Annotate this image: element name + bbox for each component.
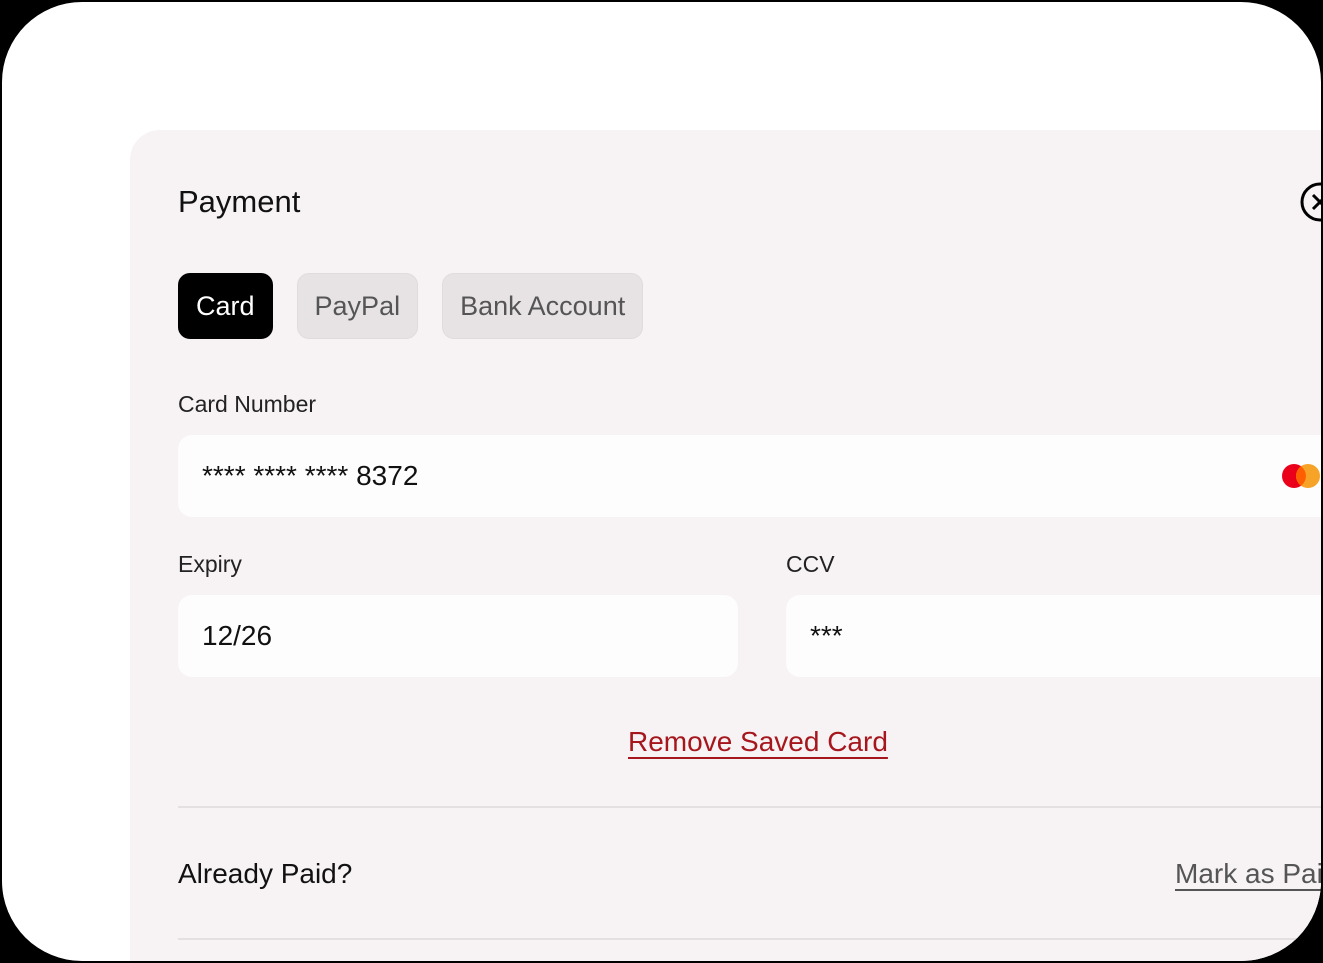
mark-as-paid-link[interactable]: Mark as Paid [1175,858,1321,890]
tab-paypal[interactable]: PayPal [296,273,419,339]
close-icon [1300,182,1321,222]
expiry-label: Expiry [178,551,242,577]
ccv-label: CCV [786,551,835,577]
tab-bank-account[interactable]: Bank Account [442,273,644,339]
already-paid-label: Already Paid? [178,858,353,889]
window-frame: Payment Card PayPal Bank Account Card Nu… [2,2,1321,961]
page-title: Payment [178,184,301,219]
payment-method-tabs: Card PayPal Bank Account [178,273,644,339]
card-number-input[interactable]: **** **** **** 8372 [178,435,1321,517]
card-number-label: Card Number [178,391,317,417]
expiry-input[interactable]: 12/26 [178,595,738,677]
expiry-value: 12/26 [202,620,273,651]
remove-saved-card-link[interactable]: Remove Saved Card [628,726,888,758]
tab-card[interactable]: Card [178,273,273,339]
divider [178,806,1321,808]
ccv-input[interactable]: *** [786,595,1321,677]
mark-as-paid-container: Mark as Paid [1175,858,1321,898]
divider [178,938,1321,940]
mastercard-icon [1282,464,1320,488]
card-number-value: **** **** **** 8372 [202,460,419,491]
close-button[interactable] [1300,182,1321,222]
ccv-value: *** [810,620,843,651]
payment-panel: Payment Card PayPal Bank Account Card Nu… [130,130,1321,961]
